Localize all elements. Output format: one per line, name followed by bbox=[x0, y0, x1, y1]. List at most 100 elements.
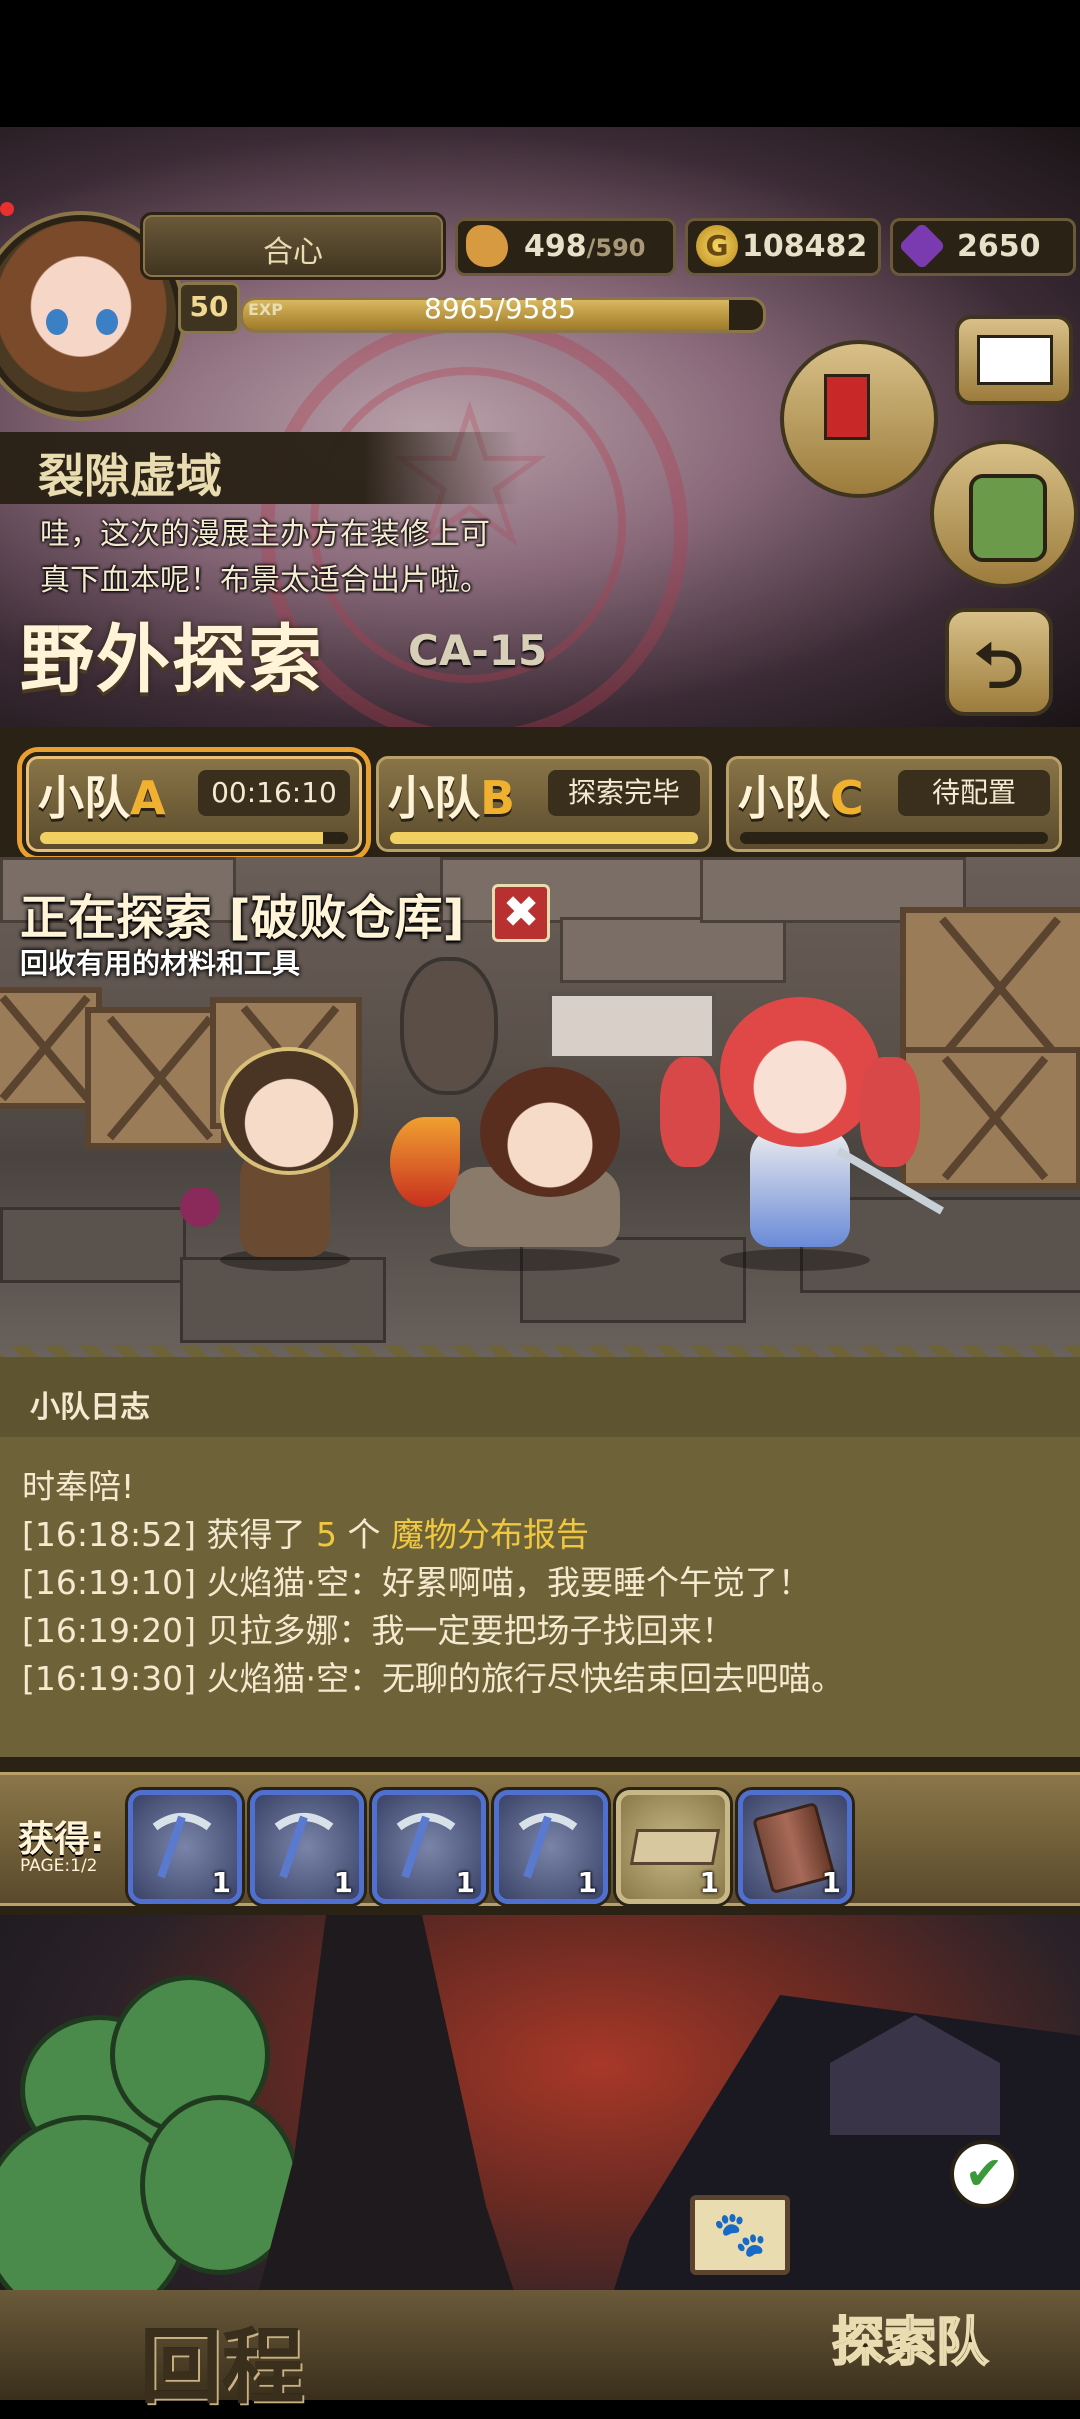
squad-progress-bar bbox=[740, 832, 1048, 844]
squad-log-header bbox=[0, 1357, 1080, 1437]
tab-squad-c[interactable]: 小队C 待配置 bbox=[722, 752, 1066, 856]
reward-slot[interactable]: 1 bbox=[372, 1790, 486, 1904]
backpack-shape bbox=[969, 474, 1047, 562]
squad-prefix: 小队 bbox=[388, 771, 480, 825]
gem-counter[interactable]: 2650 bbox=[890, 218, 1076, 276]
back-button[interactable]: ⮌ bbox=[945, 608, 1053, 716]
story-line: 真下血本呢！布景太适合出片啦。 bbox=[40, 563, 490, 598]
log-line: [16:19:30] 火焰猫·空：无聊的旅行尽快结束回去吧喵。 bbox=[22, 1652, 844, 1700]
log-line: [16:18:52] 获得了 5 个 魔物分布报告 bbox=[22, 1508, 589, 1556]
squad-name: 小队A bbox=[38, 762, 166, 828]
reward-quantity: 1 bbox=[455, 1866, 475, 1899]
grapes-icon bbox=[180, 1187, 220, 1227]
zone-name-banner: 裂隙虚域 bbox=[0, 432, 520, 504]
pickaxe-icon bbox=[152, 1813, 212, 1879]
reward-slot[interactable]: 1 bbox=[250, 1790, 364, 1904]
log-item-name: 魔物分布报告 bbox=[390, 1515, 589, 1554]
level-badge: 50 bbox=[178, 282, 240, 334]
mail-button[interactable] bbox=[955, 315, 1073, 405]
explore-team-button[interactable]: 探索队 bbox=[820, 2278, 1040, 2388]
avatar-eye bbox=[46, 309, 68, 335]
check-badge: ✔ bbox=[950, 2140, 1018, 2208]
cancel-exploration-button[interactable]: ✖ bbox=[492, 884, 550, 942]
log-text: 火焰猫·空：无聊的旅行尽快结束回去吧喵。 bbox=[206, 1659, 844, 1698]
bread-icon bbox=[466, 225, 508, 267]
tab-squad-a[interactable]: 小队A 00:16:10 bbox=[22, 752, 366, 856]
log-line: 时奉陪! bbox=[22, 1460, 134, 1508]
log-timestamp: [16:19:10] bbox=[22, 1563, 196, 1602]
squad-status: 探索完毕 bbox=[548, 770, 700, 816]
log-timestamp: [16:18:52] bbox=[22, 1515, 196, 1554]
stamina-current: 498 bbox=[524, 229, 587, 264]
zone-name: 裂隙虚域 bbox=[38, 449, 222, 503]
floor-tile bbox=[0, 1207, 186, 1283]
log-text: 时奉陪! bbox=[22, 1467, 135, 1506]
rewards-page-indicator[interactable]: PAGE:1/2 bbox=[20, 1856, 98, 1876]
exploring-location-description: 回收有用的材料和工具 bbox=[20, 947, 301, 980]
hair-twintail bbox=[660, 1057, 720, 1167]
squad-log-title: 小队日志 bbox=[30, 1390, 150, 1425]
squad-prefix: 小队 bbox=[738, 771, 830, 825]
exploring-location-title: 正在探索 [破败仓库] bbox=[20, 890, 465, 946]
quest-marker bbox=[824, 374, 870, 440]
flame-icon bbox=[390, 1117, 460, 1207]
gold-counter[interactable]: G 108482 bbox=[685, 218, 881, 276]
log-text: 贝拉多娜：我一定要把场子找回来！ bbox=[206, 1611, 735, 1650]
mode-title-plate: 野外探索 bbox=[6, 600, 366, 703]
squad-progress-fill bbox=[40, 832, 324, 844]
reward-quantity: 1 bbox=[211, 1866, 231, 1899]
squad-letter: A bbox=[130, 771, 166, 825]
tab-squad-b[interactable]: 小队B 探索完毕 bbox=[372, 752, 716, 856]
story-line: 哇，这次的漫展主办方在装修上可 bbox=[40, 517, 490, 552]
return-trip-label: 回程 bbox=[140, 2320, 305, 2415]
squad-letter: B bbox=[480, 771, 516, 825]
backpack-icon[interactable] bbox=[930, 440, 1078, 588]
stamina-max: /590 bbox=[586, 234, 646, 262]
notification-dot bbox=[0, 202, 14, 216]
squad-prefix: 小队 bbox=[38, 771, 130, 825]
reward-slot[interactable]: 1 bbox=[616, 1790, 730, 1904]
reward-quantity: 1 bbox=[821, 1866, 841, 1899]
reward-slot[interactable]: 1 bbox=[128, 1790, 242, 1904]
hair-twintail bbox=[860, 1057, 920, 1167]
reward-slot[interactable]: 1 bbox=[494, 1790, 608, 1904]
explore-team-label: 探索队 bbox=[831, 2312, 989, 2374]
quest-scroll-icon[interactable] bbox=[780, 340, 938, 498]
wall-brick bbox=[560, 917, 786, 983]
squad-progress-fill bbox=[390, 832, 698, 844]
exp-text: 8965/9585 bbox=[424, 292, 576, 325]
gold-coin-icon: G bbox=[696, 225, 738, 267]
rewards-label: 获得: bbox=[18, 1819, 105, 1860]
return-trip-button[interactable]: 回程 bbox=[60, 2290, 390, 2415]
squad-letter: C bbox=[830, 771, 864, 825]
player-name-plate: 合心 bbox=[140, 212, 446, 280]
reward-slot[interactable]: 1 bbox=[738, 1790, 852, 1904]
log-text: 个 bbox=[336, 1515, 391, 1554]
avatar-eye bbox=[96, 309, 118, 335]
player-name: 合心 bbox=[263, 235, 323, 270]
log-item-count: 5 bbox=[315, 1515, 337, 1554]
mail-icon bbox=[977, 335, 1053, 385]
stage-code: CA-15 bbox=[408, 626, 548, 675]
wooden-crate bbox=[900, 1047, 1080, 1189]
log-timestamp: [16:19:20] bbox=[22, 1611, 196, 1650]
stamina-counter[interactable]: 498/590 bbox=[455, 218, 676, 276]
log-line: [16:19:20] 贝拉多娜：我一定要把场子找回来！ bbox=[22, 1604, 734, 1652]
reward-quantity: 1 bbox=[577, 1866, 597, 1899]
character-bear-girl bbox=[180, 1037, 380, 1277]
reward-quantity: 1 bbox=[699, 1866, 719, 1899]
pickaxe-icon bbox=[518, 1813, 578, 1879]
character-flame-cat bbox=[390, 1057, 660, 1277]
gem-amount: 2650 bbox=[957, 229, 1041, 264]
squad-status: 待配置 bbox=[898, 770, 1050, 816]
paw-signpost[interactable]: 🐾 bbox=[690, 2195, 790, 2275]
pickaxe-icon bbox=[396, 1813, 456, 1879]
zone-story-text: 哇，这次的漫展主办方在装修上可 真下血本呢！布景太适合出片啦。 bbox=[40, 512, 580, 604]
squad-name: 小队C bbox=[738, 762, 864, 828]
log-text: 获得了 bbox=[206, 1515, 316, 1554]
reward-quantity: 1 bbox=[333, 1866, 353, 1899]
squad-status: 00:16:10 bbox=[198, 770, 350, 816]
log-text: 火焰猫·空：好累啊喵，我要睡个午觉了！ bbox=[206, 1563, 811, 1602]
squad-progress-bar bbox=[390, 832, 698, 844]
purple-gem-icon bbox=[898, 222, 946, 270]
